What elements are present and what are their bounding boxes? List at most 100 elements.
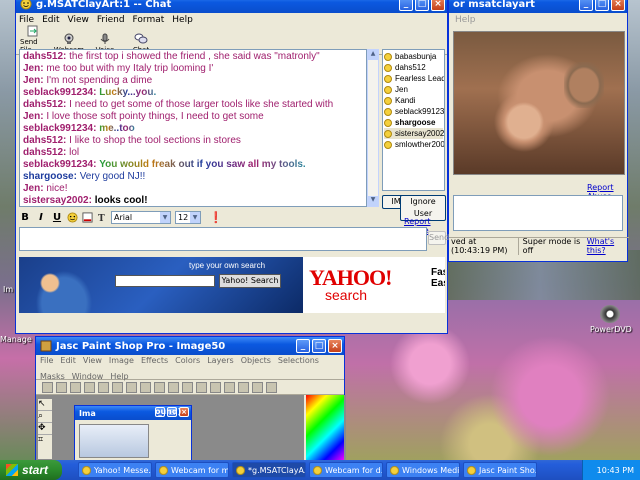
histogram-icon[interactable] <box>238 381 249 393</box>
chat-message-area[interactable]: dahs512: the first top i showed the frie… <box>19 49 367 207</box>
menu-view[interactable]: View <box>68 15 89 25</box>
crop-tool-icon[interactable]: ⌗ <box>38 435 52 447</box>
psp-menu-item[interactable]: Window <box>72 372 104 381</box>
save-icon[interactable] <box>70 381 81 393</box>
psp-menu-item[interactable]: Help <box>110 372 128 381</box>
user-list-item[interactable]: sistersay2002 <box>384 128 444 139</box>
message-author[interactable]: Jen: <box>23 111 44 122</box>
message-author[interactable]: shargoose: <box>23 171 77 182</box>
tool-options-icon[interactable] <box>266 381 277 393</box>
undo-icon[interactable] <box>98 381 109 393</box>
minimize-button[interactable]: _ <box>399 0 413 11</box>
new-file-icon[interactable] <box>42 381 53 393</box>
message-author[interactable]: Jen: <box>23 183 44 194</box>
message-author[interactable]: seblack991234: <box>23 123 96 134</box>
text-color-icon[interactable] <box>82 211 93 223</box>
desktop-icon-powerdvd[interactable]: PowerDVD <box>590 305 632 334</box>
user-list-item[interactable]: Kandi <box>384 95 443 106</box>
browse-icon[interactable] <box>182 381 193 393</box>
maximize-button[interactable]: □ <box>415 0 429 11</box>
menu-help[interactable]: Help <box>455 15 476 25</box>
menu-format[interactable]: Format <box>133 15 165 25</box>
menu-help[interactable]: Help <box>172 15 193 25</box>
user-list-item[interactable]: babasbunja <box>384 51 443 62</box>
webcam-titlebar[interactable]: or msatclayart _ □ × <box>449 0 627 13</box>
redo-icon[interactable] <box>112 381 123 393</box>
menu-file[interactable]: File <box>19 15 34 25</box>
scroll-down-arrow-icon[interactable]: ▼ <box>368 196 378 206</box>
overview-icon[interactable] <box>252 381 263 393</box>
message-author[interactable]: sistersay2002: <box>23 195 92 206</box>
close-button[interactable]: × <box>328 339 342 353</box>
user-list-item[interactable]: seblack991234 <box>384 106 444 117</box>
whats-this-link[interactable]: What's this? <box>587 237 629 255</box>
paste-icon[interactable] <box>154 381 165 393</box>
send-button[interactable]: Send <box>428 231 449 245</box>
ad-search-input[interactable] <box>115 275 215 287</box>
message-author[interactable]: dahs512: <box>23 147 66 158</box>
psp-menu-item[interactable]: Effects <box>141 356 168 365</box>
maximize-button[interactable]: □ <box>312 339 326 353</box>
message-author[interactable]: seblack991234: <box>23 87 96 98</box>
desktop-icon-manage[interactable]: Manage <box>0 335 40 344</box>
chat-titlebar[interactable]: g.MSATClayArt:1 -- Chat _ □ × <box>16 0 447 13</box>
zoom-icon[interactable] <box>196 381 207 393</box>
psp-image-window[interactable]: Ima _ □ × ound) <box>74 405 192 461</box>
taskbar-button[interactable]: Webcam for m... <box>155 462 229 478</box>
psp-menu-item[interactable]: Image <box>109 356 134 365</box>
cut-icon[interactable] <box>126 381 137 393</box>
message-author[interactable]: Jen: <box>23 75 44 86</box>
copy-icon[interactable] <box>140 381 151 393</box>
font-size-select[interactable]: 12 ▼ <box>175 210 201 224</box>
close-button[interactable]: × <box>431 0 445 11</box>
minimize-button[interactable]: _ <box>579 0 593 11</box>
chat-user-list[interactable]: babasbunja dahs512 Fearless Leader Jen Kandi… <box>382 49 445 191</box>
layers-icon[interactable] <box>224 381 235 393</box>
taskbar-button[interactable]: *g.MSATClayA... <box>232 462 306 478</box>
bold-button[interactable]: B <box>19 212 31 223</box>
psp-menu-item[interactable]: View <box>83 356 102 365</box>
yahoo-search-ad[interactable]: type your own search Yahoo! Search YAHOO… <box>19 257 445 313</box>
message-author[interactable]: dahs512: <box>23 99 66 110</box>
user-list-item[interactable]: dahs512 <box>384 62 443 73</box>
emoticon-icon[interactable] <box>67 211 78 223</box>
psp-menu-item[interactable]: Selections <box>278 356 319 365</box>
chat-message-input[interactable] <box>19 227 427 251</box>
scroll-up-arrow-icon[interactable]: ▲ <box>368 50 378 60</box>
maximize-button[interactable]: □ <box>595 0 609 11</box>
start-button[interactable]: start <box>0 460 62 480</box>
psp-workspace[interactable]: ↖ ⌕ ✥ ⌗ Ima _ □ × ound) <box>36 395 346 461</box>
user-list-item[interactable]: shargoose <box>384 117 443 128</box>
taskbar-button[interactable]: Windows Medi... <box>386 462 460 478</box>
message-author[interactable]: Jen: <box>23 63 44 74</box>
resize-icon[interactable] <box>210 381 221 393</box>
buzz-icon[interactable]: ❗ <box>209 211 223 224</box>
minimize-button[interactable]: _ <box>296 339 310 353</box>
clock[interactable]: 10:43 PM <box>597 466 634 475</box>
taskbar-button[interactable]: Webcam for d... <box>309 462 383 478</box>
zoom-tool-icon[interactable]: ⌕ <box>38 411 52 423</box>
move-tool-icon[interactable]: ✥ <box>38 423 52 435</box>
print-icon[interactable] <box>84 381 95 393</box>
menu-friend[interactable]: Friend <box>97 15 125 25</box>
ad-search-button[interactable]: Yahoo! Search <box>219 274 281 288</box>
menu-edit[interactable]: Edit <box>42 15 59 25</box>
font-name-select[interactable]: Arial ▼ <box>111 210 171 224</box>
user-list-item[interactable]: smlowther2003 <box>384 139 444 150</box>
close-button[interactable]: × <box>611 0 625 11</box>
user-list-item[interactable]: Fearless Leader <box>384 73 444 84</box>
underline-button[interactable]: U <box>51 212 63 223</box>
psp-color-palette[interactable] <box>304 395 344 461</box>
psp-menu-item[interactable]: File <box>40 356 53 365</box>
message-author[interactable]: seblack991234: <box>23 159 96 170</box>
taskbar-button[interactable]: Yahoo! Messe... <box>78 462 152 478</box>
crop-icon[interactable] <box>168 381 179 393</box>
italic-button[interactable]: I <box>35 212 47 223</box>
taskbar-button[interactable]: Jasc Paint Sho... <box>463 462 537 478</box>
select-tool-icon[interactable]: ↖ <box>38 399 52 411</box>
open-file-icon[interactable] <box>56 381 67 393</box>
user-list-item[interactable]: Jen <box>384 84 443 95</box>
psp-menu-item[interactable]: Masks <box>40 372 65 381</box>
psp-titlebar[interactable]: Jasc Paint Shop Pro - Image50 _ □ × <box>36 337 344 355</box>
message-author[interactable]: dahs512: <box>23 135 66 146</box>
